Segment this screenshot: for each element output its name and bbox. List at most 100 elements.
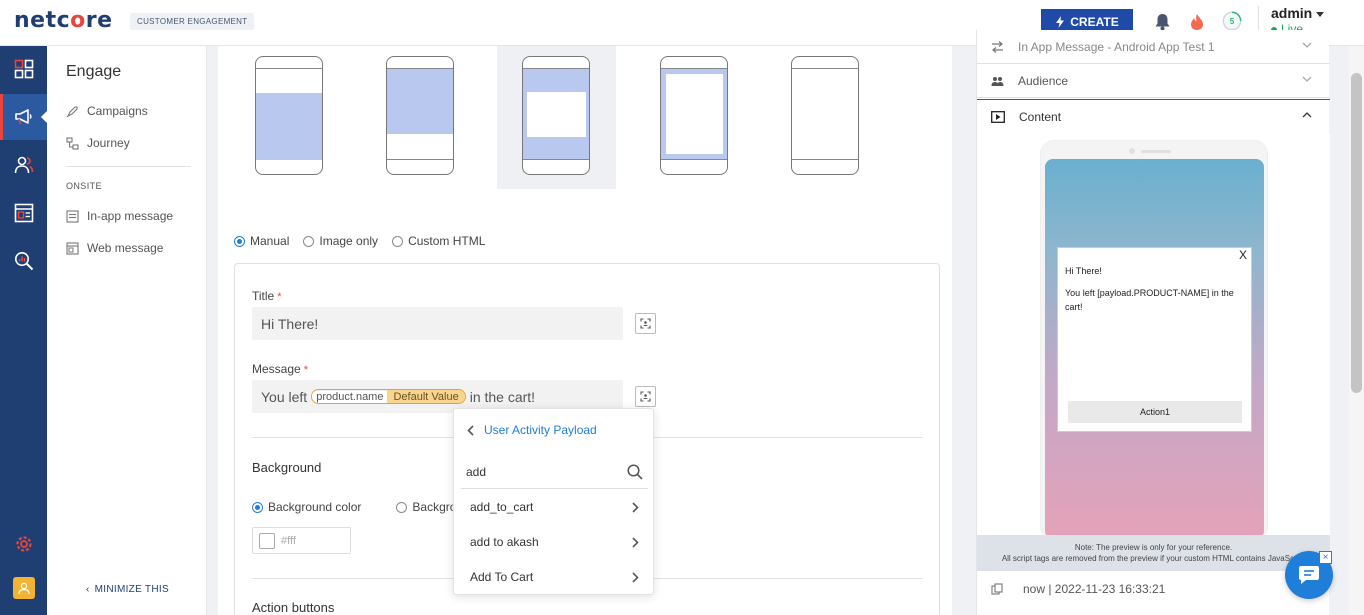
message-label: Message *	[252, 362, 308, 376]
subnav-item-campaigns[interactable]: Campaigns	[66, 104, 148, 118]
notification-count-icon[interactable]: 5	[1222, 11, 1242, 31]
people-icon	[991, 76, 1004, 86]
chevron-right-icon	[632, 501, 639, 513]
radio-label: Custom HTML	[408, 234, 486, 248]
inapp-message: You left [payload.PRODUCT-NAME] in the c…	[1065, 288, 1234, 312]
option-label: add_to_cart	[470, 500, 534, 514]
radio-background-image[interactable]: Backgro	[396, 500, 456, 514]
radio-image-only[interactable]: Image only	[303, 234, 378, 248]
chat-icon	[1299, 566, 1319, 584]
personalization-chip[interactable]: product.name Default Value	[311, 389, 466, 404]
settings-nav[interactable]	[0, 521, 47, 567]
dropdown-option[interactable]: add_to_cart	[461, 490, 648, 524]
campaign-accordion[interactable]: In App Message - Android App Test 1	[977, 30, 1330, 64]
layout-option-5[interactable]	[754, 46, 873, 189]
notification-count: 5	[1229, 16, 1235, 26]
radio-label: Backgro	[412, 500, 457, 514]
engage-subnav: Engage Campaigns Journey ONSITE In-app m…	[47, 46, 207, 615]
engage-nav[interactable]	[0, 94, 47, 140]
audience-nav[interactable]	[0, 142, 47, 188]
device-preview: X Hi There! You left [payload.PRODUCT-NA…	[977, 134, 1330, 540]
subnav-item-journey[interactable]: Journey	[66, 136, 130, 150]
play-icon	[991, 110, 1005, 123]
layout-option-2[interactable]	[349, 46, 468, 189]
radio-custom-html[interactable]: Custom HTML	[392, 234, 485, 248]
radio-label: Image only	[319, 234, 379, 248]
attribute-search-input[interactable]: add	[461, 455, 648, 489]
inapp-icon	[66, 209, 79, 223]
audience-accordion[interactable]: Audience	[977, 64, 1330, 98]
gear-icon	[15, 536, 32, 552]
page-scrollbar[interactable]	[1349, 46, 1364, 615]
back-to-payload-button[interactable]: User Activity Payload	[467, 423, 597, 437]
transfer-icon	[992, 40, 1003, 53]
campaign-name: In App Message - Android App Test 1	[1018, 39, 1215, 54]
user-name: admin	[1271, 5, 1313, 21]
dropdown-option[interactable]: Add To Cart	[461, 560, 648, 594]
action-buttons-title: Action buttons	[252, 600, 335, 615]
note-line: All script tags are removed from the pre…	[1001, 554, 1306, 563]
preview-panel: In App Message - Android App Test 1 Audi…	[976, 30, 1330, 615]
color-swatch[interactable]	[259, 532, 275, 549]
dropdown-option[interactable]: add to akash	[461, 525, 648, 559]
radio-unselected-icon	[303, 235, 315, 247]
subnav-item-inapp[interactable]: In-app message	[66, 209, 173, 223]
speaker-icon	[1141, 150, 1171, 153]
radio-manual[interactable]: Manual	[234, 234, 289, 248]
web-nav[interactable]	[0, 190, 47, 236]
audience-label: Audience	[1018, 73, 1069, 88]
layout-option-4[interactable]	[623, 46, 742, 189]
radio-label: Manual	[250, 234, 290, 248]
flame-icon[interactable]	[1187, 12, 1207, 32]
browser-icon	[14, 203, 33, 223]
background-radio-group: Background color Backgro	[252, 500, 456, 514]
title-label: Title *	[252, 289, 282, 303]
layout-thumbnail	[791, 56, 859, 175]
web-icon	[66, 241, 79, 255]
title-input[interactable]: Hi There!	[252, 307, 623, 340]
note-line: Note: The preview is only for your refer…	[1074, 543, 1233, 552]
chevron-left-icon	[467, 424, 474, 436]
chip-key: product.name	[312, 390, 388, 403]
lightning-icon	[1056, 16, 1065, 28]
radio-background-color[interactable]: Background color	[252, 500, 361, 514]
option-label: Add To Cart	[470, 570, 534, 584]
layout-option-1[interactable]	[218, 46, 337, 189]
netcore-logo[interactable]: netcore	[14, 8, 113, 33]
message-suffix: in the cart!	[469, 388, 536, 405]
chat-close-icon[interactable]: ×	[1319, 551, 1332, 564]
personalize-title-button[interactable]	[635, 313, 656, 334]
layout-option-3[interactable]	[497, 46, 616, 189]
bell-icon[interactable]	[1152, 12, 1172, 32]
personalize-message-button[interactable]	[635, 386, 656, 407]
personalize-icon	[640, 391, 651, 402]
preview-note: Note: The preview is only for your refer…	[977, 535, 1330, 571]
inapp-action-button[interactable]: Action1	[1068, 401, 1242, 423]
users-icon	[14, 156, 33, 174]
option-label: add to akash	[470, 535, 539, 549]
subnav-divider	[66, 166, 191, 167]
content-accordion[interactable]: Content	[977, 99, 1330, 133]
inapp-message-preview: X Hi There! You left [payload.PRODUCT-NA…	[1057, 247, 1252, 432]
background-color-input[interactable]: #fff	[252, 527, 351, 554]
radio-unselected-icon	[396, 501, 408, 513]
profile-avatar[interactable]	[13, 577, 35, 599]
subnav-item-label: Journey	[87, 136, 130, 150]
subnav-item-label: Web message	[87, 241, 164, 255]
search-icon	[627, 463, 643, 480]
chevron-down-icon	[1302, 76, 1312, 82]
inapp-close-button[interactable]: X	[1239, 248, 1247, 262]
camera-icon	[1129, 148, 1135, 154]
product-tag: CUSTOMER ENGAGEMENT	[130, 13, 255, 30]
payload-attribute-dropdown: User Activity Payload add add_to_cart ad…	[453, 408, 654, 595]
color-value: #fff	[281, 534, 296, 547]
megaphone-icon	[14, 109, 32, 125]
analytics-nav[interactable]	[0, 238, 47, 284]
radio-selected-icon	[234, 235, 245, 247]
subnav-item-web-message[interactable]: Web message	[66, 241, 163, 255]
dashboard-nav[interactable]	[0, 46, 47, 92]
minimize-button[interactable]: ‹ MINIMIZE THIS	[86, 584, 169, 595]
scrollbar-thumb[interactable]	[1351, 73, 1362, 393]
radio-unselected-icon	[392, 235, 404, 247]
caret-down-icon	[1316, 11, 1325, 17]
